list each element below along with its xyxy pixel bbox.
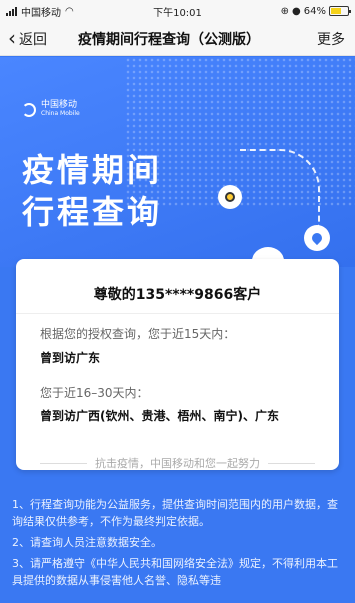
banner-title: 疫情期间 行程查询 <box>22 149 162 233</box>
note-item: 3、请严格遵守《中华人民共和国网络安全法》规定，不得利用本工具提供的数据从事侵害… <box>12 557 338 587</box>
customer-greeting: 尊敬的135****9866客户 <box>93 287 262 303</box>
query-15-days-label: 根据您的授权查询，您于近15天内： <box>40 327 236 341</box>
lock-rotation-icon: ⊕ <box>280 5 290 17</box>
battery-percent: 64% <box>303 5 326 17</box>
hero-banner: 中国移动 China Mobile 疫情期间 行程查询 <box>0 57 355 267</box>
card-divider <box>16 313 339 314</box>
note-item: 2、请查询人员注意数据安全。 <box>12 536 162 549</box>
back-label: 返回 <box>19 31 47 48</box>
result-card: 尊敬的135****9866客户 根据您的授权查询，您于近15天内： 曾到访广东… <box>16 259 339 470</box>
nav-bar: ‹ 返回 疫情期间行程查询（公测版） 更多 <box>0 22 355 56</box>
divider <box>40 462 87 464</box>
battery-level-fill <box>331 8 341 14</box>
banner-title-line2: 行程查询 <box>22 193 163 231</box>
note-item: 1、行程查询功能为公益服务，提供查询时间范围内的用户数据，查询结果仅供参考，不作… <box>12 498 338 528</box>
chevron-left-icon: ‹ <box>8 25 16 50</box>
query-16-30-days-result: 曾到访广西(钦州、贵港、梧州、南宁)、广东 <box>40 409 279 423</box>
divider <box>268 462 315 464</box>
notes-section: 1、行程查询功能为公益服务，提供查询时间范围内的用户数据，查询结果仅供参考，不作… <box>12 496 345 593</box>
slogan: 抗击疫情，中国移动和您一起努力 <box>95 457 260 470</box>
status-right: ⊕ ● 64% <box>280 5 351 17</box>
banner-title-line1: 疫情期间 <box>22 151 163 189</box>
search-magnifier-icon <box>218 185 242 209</box>
china-mobile-logo: 中国移动 China Mobile <box>22 101 80 118</box>
query-16-30-days-label: 您于近16–30天内： <box>40 386 149 400</box>
battery-icon <box>329 6 351 16</box>
china-mobile-logo-icon <box>22 102 36 117</box>
status-bar: 中国移动 ◠ 下午10:01 ⊕ ● 64% <box>0 0 355 22</box>
route-dashed-line <box>240 149 320 227</box>
slogan-row: 抗击疫情，中国移动和您一起努力 <box>40 455 315 471</box>
logo-en: China Mobile <box>41 110 80 117</box>
logo-cn: 中国移动 <box>41 100 78 110</box>
alarm-icon: ● <box>292 5 301 17</box>
query-15-days-result: 曾到访广东 <box>40 351 101 365</box>
back-button[interactable]: ‹ 返回 <box>8 25 47 50</box>
page-title: 疫情期间行程查询（公测版） <box>78 31 260 48</box>
more-button[interactable]: 更多 <box>317 29 345 49</box>
